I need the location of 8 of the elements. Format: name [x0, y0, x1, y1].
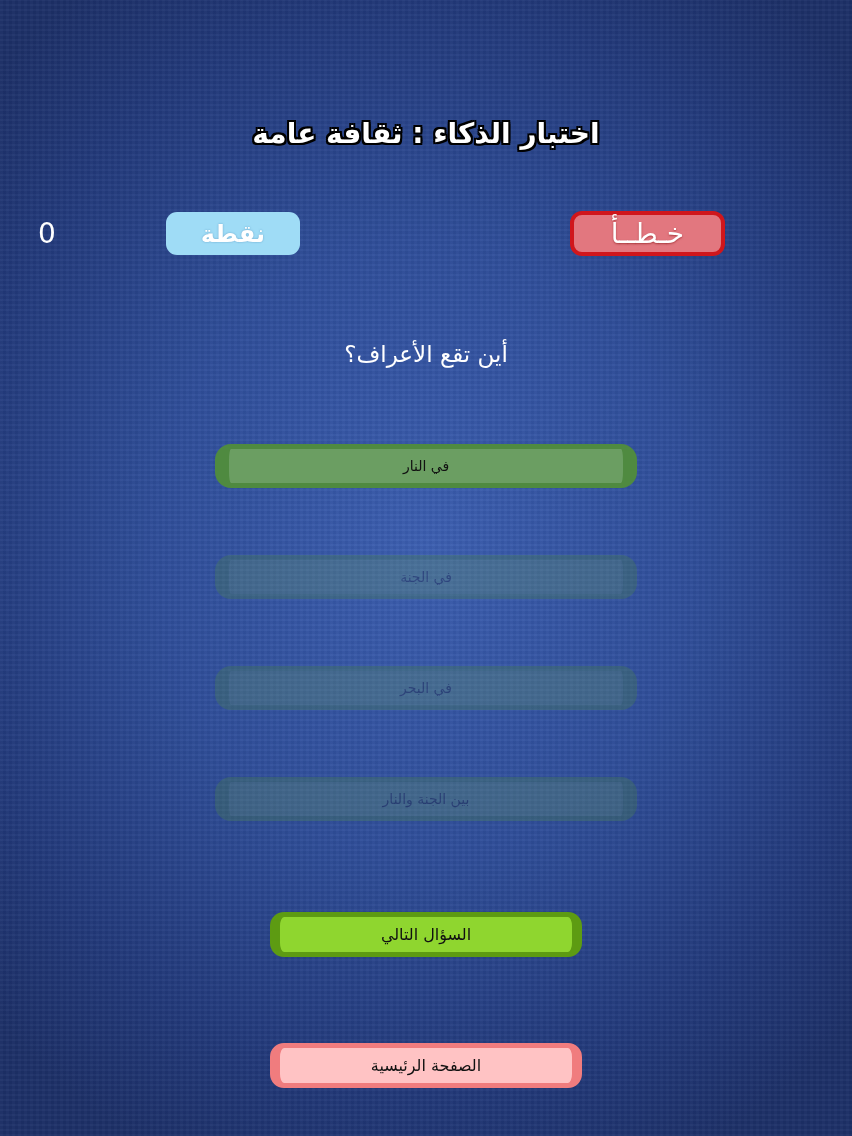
home-button[interactable]: الصفحة الرئيسية: [270, 1043, 582, 1088]
next-question-button[interactable]: السؤال التالي: [270, 912, 582, 957]
quiz-title: اختبار الذكاء : ثقافة عامة: [252, 117, 600, 151]
result-badge: خـطــأ: [569, 211, 725, 256]
score-value: 0: [38, 216, 56, 251]
points-label: نقطة: [165, 212, 300, 255]
question-text: أين تقع الأعراف؟: [344, 338, 508, 370]
answer-button[interactable]: في النار: [215, 444, 637, 488]
